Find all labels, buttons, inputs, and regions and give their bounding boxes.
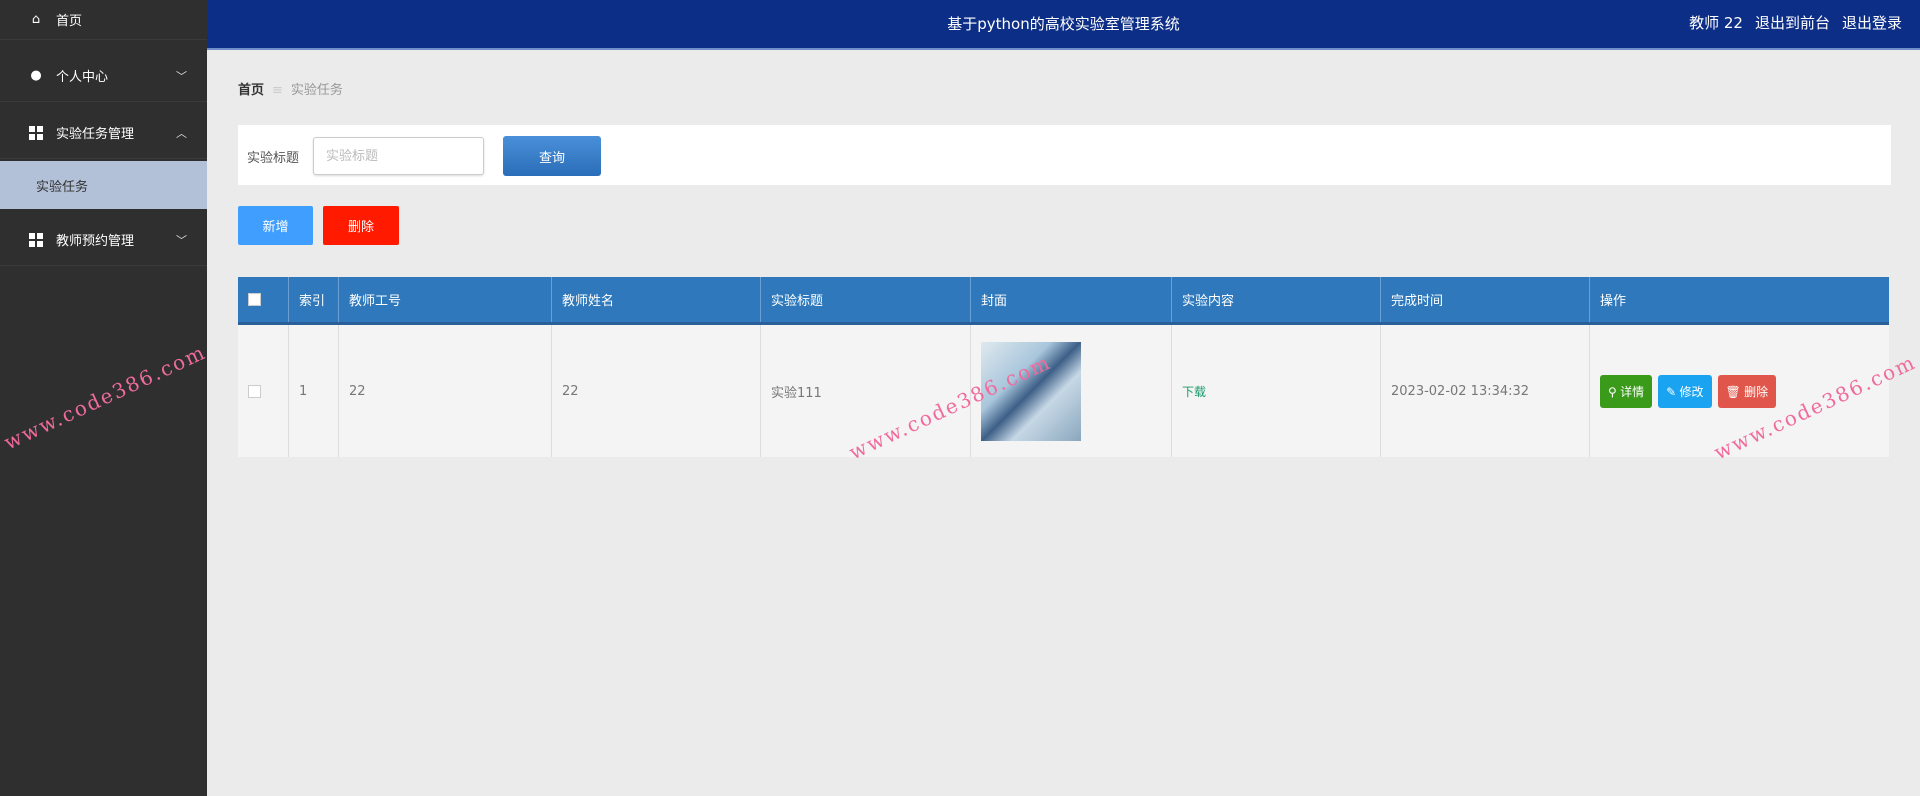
- col-teacher-name: 教师姓名: [551, 277, 760, 322]
- breadcrumb-home[interactable]: 首页: [238, 83, 264, 98]
- logout-link[interactable]: 退出登录: [1842, 12, 1902, 33]
- cell-index: 1: [288, 325, 338, 457]
- detail-button[interactable]: ⚲ 详情: [1600, 374, 1653, 408]
- breadcrumb-current: 实验任务: [290, 83, 343, 98]
- sidebar-subitem-tasks[interactable]: 实验任务: [0, 161, 207, 209]
- app-title: 基于python的高校实验室管理系统: [947, 15, 1180, 33]
- query-button[interactable]: 查询: [503, 136, 601, 176]
- home-icon: ⌂: [31, 12, 41, 27]
- download-link[interactable]: 下载: [1182, 383, 1206, 400]
- top-header: 基于python的高校实验室管理系统 教师 22 退出到前台 退出登录: [207, 0, 1920, 50]
- col-content: 实验内容: [1171, 277, 1380, 322]
- trash-icon: 🗑: [1725, 384, 1745, 399]
- row-delete-button[interactable]: 🗑 删除: [1717, 374, 1777, 408]
- sidebar-item-profile[interactable]: ● 个人中心 ﹀: [0, 50, 207, 102]
- col-actions: 操作: [1589, 277, 1889, 322]
- cell-teacher-name: 22: [551, 325, 760, 457]
- bulk-delete-button[interactable]: 删除: [323, 206, 399, 245]
- sidebar-item-label: 个人中心: [56, 70, 109, 85]
- chevron-up-icon: ︿: [176, 126, 187, 140]
- grid-icon: [28, 125, 44, 141]
- breadcrumb-separator: ≡: [272, 83, 283, 98]
- table-row: 1 22 22 实验111 下载 2023-02-02 13:34:32 ⚲ 详…: [238, 325, 1889, 457]
- add-button[interactable]: 新增: [238, 206, 313, 245]
- sidebar-item-home[interactable]: ⌂ 首页: [0, 0, 207, 40]
- search-label: 实验标题: [247, 151, 300, 166]
- select-all-checkbox[interactable]: [248, 293, 261, 306]
- table-header: 索引 教师工号 教师姓名 实验标题 封面 实验内容 完成时间 操作: [238, 277, 1889, 325]
- col-index: 索引: [288, 277, 338, 322]
- sidebar-item-reservation-management[interactable]: 教师预约管理 ﹀: [0, 214, 207, 266]
- col-cover: 封面: [970, 277, 1171, 322]
- row-checkbox[interactable]: [248, 384, 261, 398]
- front-link[interactable]: 退出到前台: [1755, 12, 1830, 33]
- sidebar-item-label: 实验任务管理: [56, 127, 135, 142]
- col-time: 完成时间: [1380, 277, 1589, 322]
- sidebar-item-label: 实验任务: [36, 179, 89, 195]
- col-title: 实验标题: [760, 277, 970, 322]
- grid-icon: [28, 232, 44, 248]
- user-icon: ●: [30, 68, 42, 83]
- chevron-down-icon: ﹀: [176, 233, 187, 247]
- chevron-down-icon: ﹀: [176, 69, 187, 83]
- title-search-input[interactable]: [313, 137, 484, 175]
- edit-icon: ✎: [1666, 384, 1680, 399]
- col-teacher-id: 教师工号: [338, 277, 551, 322]
- task-table: 索引 教师工号 教师姓名 实验标题 封面 实验内容 完成时间 操作 1 22 2…: [238, 277, 1889, 457]
- cell-teacher-id: 22: [338, 325, 551, 457]
- edit-button[interactable]: ✎ 修改: [1658, 374, 1712, 408]
- search-panel: 实验标题 查询: [238, 125, 1891, 185]
- breadcrumb: 首页 ≡ 实验任务: [238, 79, 343, 98]
- sidebar-item-label: 教师预约管理: [56, 234, 135, 249]
- sidebar-item-task-management[interactable]: 实验任务管理 ︿: [0, 107, 207, 159]
- search-icon: ⚲: [1608, 384, 1621, 399]
- sidebar-item-label: 首页: [56, 14, 83, 29]
- current-user: 教师 22: [1689, 14, 1743, 32]
- cell-time: 2023-02-02 13:34:32: [1380, 325, 1589, 457]
